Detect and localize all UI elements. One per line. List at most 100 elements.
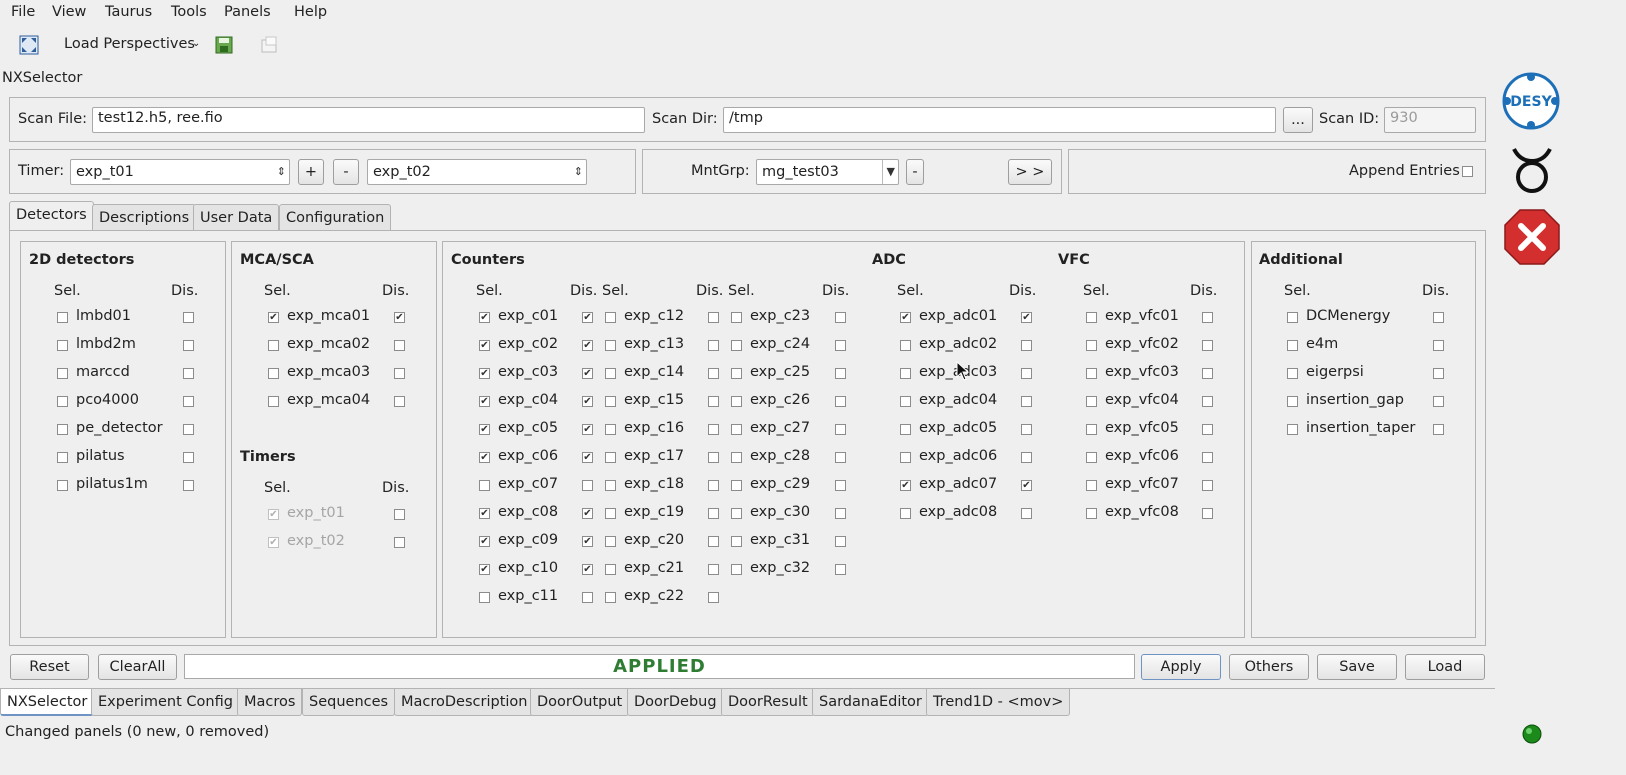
display-checkbox[interactable]: [708, 396, 719, 407]
panel-icon[interactable]: [258, 34, 280, 56]
select-checkbox[interactable]: [731, 396, 742, 407]
select-checkbox[interactable]: [57, 312, 68, 323]
select-checkbox[interactable]: [1086, 508, 1097, 519]
select-checkbox[interactable]: [900, 452, 911, 463]
select-checkbox[interactable]: [57, 368, 68, 379]
display-checkbox[interactable]: [394, 396, 405, 407]
display-checkbox[interactable]: [183, 312, 194, 323]
display-checkbox[interactable]: [183, 396, 194, 407]
select-checkbox[interactable]: [605, 536, 616, 547]
mntgrp-select[interactable]: mg_test03 ▼: [756, 159, 899, 185]
select-checkbox[interactable]: ✔: [479, 536, 490, 547]
display-checkbox[interactable]: [1021, 396, 1032, 407]
display-checkbox[interactable]: [1433, 368, 1444, 379]
tab-descriptions[interactable]: Descriptions: [92, 204, 197, 231]
select-checkbox[interactable]: [57, 424, 68, 435]
display-checkbox[interactable]: [1433, 396, 1444, 407]
tab-configuration[interactable]: Configuration: [279, 204, 392, 231]
display-checkbox[interactable]: [835, 368, 846, 379]
select-checkbox[interactable]: [1287, 340, 1298, 351]
select-checkbox[interactable]: ✔: [479, 424, 490, 435]
select-checkbox[interactable]: [731, 340, 742, 351]
select-checkbox[interactable]: [605, 424, 616, 435]
timer2-select[interactable]: exp_t02 ⇕: [367, 159, 587, 185]
select-checkbox[interactable]: [268, 340, 279, 351]
select-checkbox[interactable]: [731, 564, 742, 575]
select-checkbox[interactable]: [1086, 368, 1097, 379]
clearall-button[interactable]: ClearAll: [98, 654, 177, 680]
display-checkbox[interactable]: [1202, 312, 1213, 323]
display-checkbox[interactable]: [394, 509, 405, 520]
display-checkbox[interactable]: [1021, 452, 1032, 463]
display-checkbox[interactable]: [1202, 452, 1213, 463]
scan-id-spinbox[interactable]: 930: [1384, 107, 1476, 133]
display-checkbox[interactable]: [835, 312, 846, 323]
select-checkbox[interactable]: [900, 508, 911, 519]
display-checkbox[interactable]: ✔: [582, 396, 593, 407]
remove-timer-button[interactable]: -: [333, 159, 359, 185]
panel-tab-macros[interactable]: Macros: [237, 689, 303, 716]
display-checkbox[interactable]: [835, 508, 846, 519]
display-checkbox[interactable]: [394, 340, 405, 351]
display-checkbox[interactable]: ✔: [582, 452, 593, 463]
select-checkbox[interactable]: [605, 480, 616, 491]
display-checkbox[interactable]: [835, 564, 846, 575]
select-checkbox[interactable]: ✔: [479, 508, 490, 519]
select-checkbox[interactable]: [57, 396, 68, 407]
select-checkbox[interactable]: [605, 340, 616, 351]
panel-tab-dooroutput[interactable]: DoorOutput: [530, 689, 630, 716]
display-checkbox[interactable]: [708, 452, 719, 463]
load-perspectives-button[interactable]: Load Perspectives: [64, 36, 195, 52]
display-checkbox[interactable]: [1202, 368, 1213, 379]
display-checkbox[interactable]: ✔: [582, 340, 593, 351]
display-checkbox[interactable]: [183, 424, 194, 435]
select-checkbox[interactable]: [1287, 424, 1298, 435]
display-checkbox[interactable]: [708, 508, 719, 519]
select-checkbox[interactable]: [605, 396, 616, 407]
add-timer-button[interactable]: +: [298, 159, 324, 185]
select-checkbox[interactable]: [1086, 480, 1097, 491]
display-checkbox[interactable]: ✔: [1021, 312, 1032, 323]
display-checkbox[interactable]: ✔: [582, 368, 593, 379]
display-checkbox[interactable]: [708, 536, 719, 547]
select-checkbox[interactable]: ✔: [479, 340, 490, 351]
apply-button[interactable]: Apply: [1141, 654, 1221, 680]
display-checkbox[interactable]: [835, 480, 846, 491]
menu-file[interactable]: File: [11, 4, 35, 20]
select-checkbox[interactable]: [479, 592, 490, 603]
panel-tab-sequences[interactable]: Sequences: [302, 689, 396, 716]
display-checkbox[interactable]: [708, 368, 719, 379]
save-perspective-icon[interactable]: [213, 34, 235, 56]
menu-tools[interactable]: Tools: [171, 4, 207, 20]
display-checkbox[interactable]: [183, 340, 194, 351]
select-checkbox[interactable]: [731, 424, 742, 435]
select-checkbox[interactable]: [731, 480, 742, 491]
select-checkbox[interactable]: ✔: [900, 480, 911, 491]
panel-tab-trend1d[interactable]: Trend1D - <mov>: [926, 689, 1071, 716]
save-button[interactable]: Save: [1317, 654, 1397, 680]
display-checkbox[interactable]: [1021, 340, 1032, 351]
display-checkbox[interactable]: [1433, 312, 1444, 323]
display-checkbox[interactable]: [1202, 424, 1213, 435]
panel-tab-doordebug[interactable]: DoorDebug: [627, 689, 724, 716]
timer-select[interactable]: exp_t01 ⇕: [70, 159, 290, 185]
menu-view[interactable]: View: [52, 4, 86, 20]
display-checkbox[interactable]: [1433, 340, 1444, 351]
display-checkbox[interactable]: [1021, 424, 1032, 435]
tab-detectors[interactable]: Detectors: [9, 201, 94, 231]
display-checkbox[interactable]: [835, 452, 846, 463]
menu-help[interactable]: Help: [294, 4, 327, 20]
select-checkbox[interactable]: [731, 452, 742, 463]
select-checkbox[interactable]: ✔: [479, 564, 490, 575]
select-checkbox[interactable]: [1287, 368, 1298, 379]
select-checkbox[interactable]: [268, 368, 279, 379]
select-checkbox[interactable]: [1086, 424, 1097, 435]
select-checkbox[interactable]: [605, 452, 616, 463]
select-checkbox[interactable]: [479, 480, 490, 491]
select-checkbox[interactable]: [605, 592, 616, 603]
display-checkbox[interactable]: [1433, 424, 1444, 435]
select-checkbox[interactable]: ✔: [479, 368, 490, 379]
display-checkbox[interactable]: ✔: [582, 424, 593, 435]
display-checkbox[interactable]: [1021, 368, 1032, 379]
scan-file-input[interactable]: test12.h5, ree.fio: [92, 107, 645, 133]
